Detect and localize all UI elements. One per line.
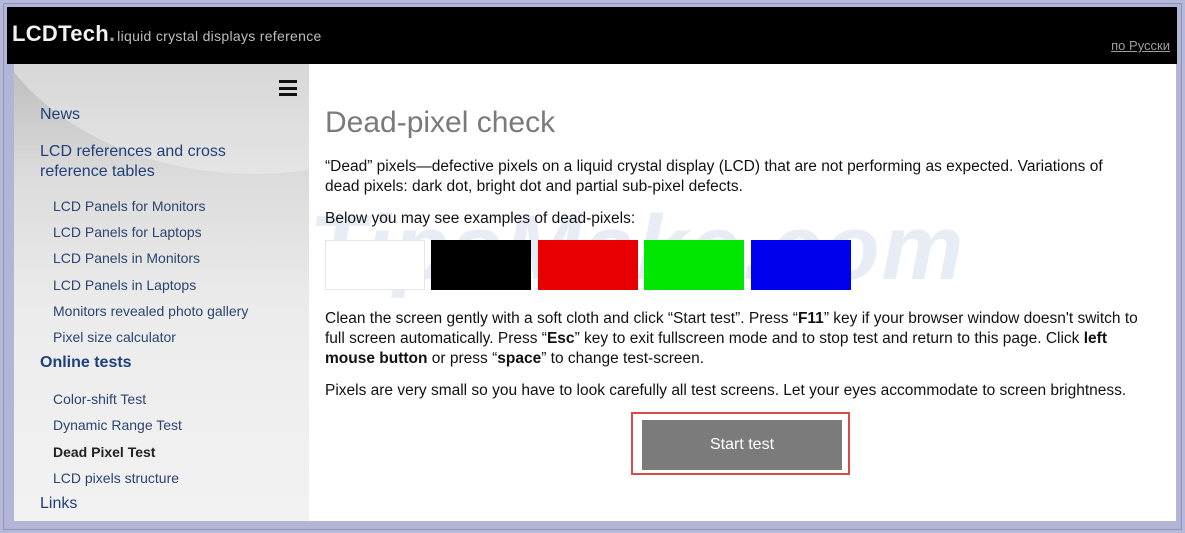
page-title: Dead-pixel check bbox=[325, 106, 556, 139]
main-content: TipsMake.com Dead-pixel check “Dead” pix… bbox=[309, 64, 1176, 521]
sidebar-item-links[interactable]: Links bbox=[40, 495, 77, 513]
sidebar-item-dead-pixel-test[interactable]: Dead Pixel Test bbox=[53, 444, 155, 460]
sidebar-item-dynamic-range-test[interactable]: Dynamic Range Test bbox=[53, 417, 182, 433]
instruction-text: Clean the screen gently with a soft clot… bbox=[325, 310, 798, 327]
sidebar-section-online-tests[interactable]: Online tests bbox=[40, 354, 132, 372]
examples-label: Below you may see examples of dead-pixel… bbox=[325, 210, 636, 227]
sidebar: News LCD references and cross reference … bbox=[14, 64, 309, 521]
blue-swatch bbox=[751, 240, 851, 290]
intro-line: dead pixels: dark dot, bright dot and pa… bbox=[325, 178, 743, 195]
language-switch-link[interactable]: по Русски bbox=[1111, 38, 1170, 53]
sidebar-item-color-shift-test[interactable]: Color-shift Test bbox=[53, 391, 146, 407]
sidebar-item-lcd-pixels-structure[interactable]: LCD pixels structure bbox=[53, 470, 179, 486]
sidebar-item-panels-for-monitors[interactable]: LCD Panels for Monitors bbox=[53, 198, 206, 214]
sidebar-item-panels-for-laptops[interactable]: LCD Panels for Laptops bbox=[53, 224, 202, 240]
instructions-paragraph: Clean the screen gently with a soft clot… bbox=[325, 309, 1160, 369]
hamburger-menu-icon[interactable] bbox=[279, 80, 297, 96]
key-space: space bbox=[497, 350, 542, 367]
logo-dot: . bbox=[109, 21, 116, 46]
logo-tagline: liquid crystal displays reference bbox=[117, 28, 322, 44]
sidebar-item-panels-in-laptops[interactable]: LCD Panels in Laptops bbox=[53, 277, 196, 293]
key-esc: Esc bbox=[546, 330, 575, 347]
sidebar-item-pixel-size-calculator[interactable]: Pixel size calculator bbox=[53, 329, 176, 345]
intro-line: “Dead” pixels—defective pixels on a liqu… bbox=[325, 158, 1103, 175]
instruction-text: or press “ bbox=[427, 350, 498, 367]
sidebar-item-news[interactable]: News bbox=[40, 106, 80, 124]
instruction-text: ” key to exit fullscreen mode and to sto… bbox=[574, 330, 1084, 347]
site-header: LCDTech. liquid crystal displays referenc… bbox=[7, 7, 1177, 64]
note-paragraph: Pixels are very small so you have to loo… bbox=[325, 382, 1127, 399]
black-swatch bbox=[431, 240, 531, 290]
intro-paragraph: “Dead” pixels—defective pixels on a liqu… bbox=[325, 157, 1160, 197]
start-test-button[interactable]: Start test bbox=[642, 420, 842, 470]
sidebar-item-photo-gallery[interactable]: Monitors revealed photo gallery bbox=[53, 303, 248, 319]
instruction-text: ” to change test-screen. bbox=[541, 350, 705, 367]
sidebar-item-panels-in-monitors[interactable]: LCD Panels in Monitors bbox=[53, 250, 200, 266]
sidebar-item-lcd-references[interactable]: LCD references and cross reference table… bbox=[40, 142, 226, 182]
red-swatch bbox=[538, 240, 638, 290]
logo-name: LCDTech bbox=[12, 21, 110, 46]
key-f11: F11 bbox=[797, 310, 824, 327]
site-logo[interactable]: LCDTech. liquid crystal displays referenc… bbox=[12, 21, 322, 47]
sidebar-item-label: reference tables bbox=[40, 163, 155, 180]
sidebar-item-label: LCD references and cross bbox=[40, 143, 226, 160]
green-swatch bbox=[644, 240, 744, 290]
white-swatch bbox=[325, 240, 425, 290]
